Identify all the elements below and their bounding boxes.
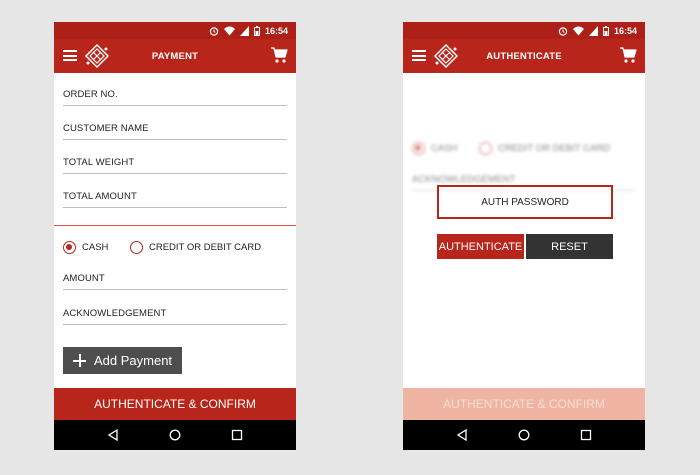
total-weight-field[interactable]: TOTAL WEIGHT	[63, 157, 287, 174]
amount-field[interactable]: AMOUNT	[63, 273, 287, 290]
status-bar: 16:54	[54, 22, 296, 39]
order-no-field[interactable]: ORDER NO.	[63, 89, 287, 106]
cash-radio: CASH	[412, 142, 457, 155]
back-icon[interactable]	[456, 429, 468, 441]
cash-label: CASH	[431, 143, 458, 154]
wifi-icon	[572, 26, 584, 35]
app-bar: PAYMENT	[54, 39, 296, 73]
card-radio: CREDIT OR DEBIT CARD	[479, 142, 610, 155]
payment-screen: 16:54 PAYMENT ORDER NO. CUSTOMER NAME TO…	[54, 22, 296, 450]
add-payment-label: Add Payment	[94, 353, 173, 368]
cash-label: CASH	[82, 242, 109, 253]
alarm-icon	[558, 26, 568, 36]
cart-icon[interactable]	[270, 46, 288, 64]
section-divider	[54, 225, 296, 226]
auth-password-input[interactable]: AUTH PASSWORD	[437, 185, 613, 219]
signal-icon	[588, 25, 598, 36]
app-bar: AUTHENTICATE	[403, 39, 645, 73]
cart-icon[interactable]	[619, 46, 637, 64]
radio-checked-icon	[63, 241, 76, 254]
reset-button[interactable]: RESET	[526, 234, 613, 259]
authenticate-screen: 16:54 AUTHENTICATE CASH CREDIT OR DEBIT …	[403, 22, 645, 450]
total-amount-field[interactable]: TOTAL AMOUNT	[63, 191, 287, 208]
home-icon[interactable]	[169, 429, 181, 441]
plus-icon	[73, 354, 86, 367]
recents-icon[interactable]	[231, 429, 243, 441]
card-label: CREDIT OR DEBIT CARD	[498, 143, 611, 154]
battery-icon	[253, 25, 260, 36]
page-title: PAYMENT	[151, 50, 199, 62]
cash-radio[interactable]: CASH	[63, 241, 108, 254]
home-icon[interactable]	[518, 429, 530, 441]
authenticate-confirm-button: AUTHENTICATE & CONFIRM	[403, 388, 645, 420]
authenticate-button[interactable]: AUTHENTICATE	[437, 234, 524, 259]
radio-unchecked-icon	[479, 142, 492, 155]
card-label: CREDIT OR DEBIT CARD	[149, 242, 262, 253]
wifi-icon	[223, 26, 235, 35]
battery-icon	[602, 25, 609, 36]
system-nav-bar	[403, 420, 645, 450]
recents-icon[interactable]	[580, 429, 592, 441]
signal-icon	[239, 25, 249, 36]
card-radio[interactable]: CREDIT OR DEBIT CARD	[130, 241, 261, 254]
customer-name-field[interactable]: CUSTOMER NAME	[63, 123, 287, 140]
back-icon[interactable]	[107, 429, 119, 441]
acknowledgement-field[interactable]: ACKNOWLEDGEMENT	[63, 308, 287, 325]
radio-checked-icon	[412, 142, 425, 155]
system-nav-bar	[54, 420, 296, 450]
status-bar: 16:54	[403, 22, 645, 39]
add-payment-button[interactable]: Add Payment	[63, 347, 182, 374]
radio-unchecked-icon	[130, 241, 143, 254]
status-time: 16:54	[264, 25, 288, 36]
page-title: AUTHENTICATE	[486, 50, 562, 62]
authenticate-confirm-button[interactable]: AUTHENTICATE & CONFIRM	[54, 388, 296, 420]
alarm-icon	[209, 26, 219, 36]
status-time: 16:54	[613, 25, 637, 36]
